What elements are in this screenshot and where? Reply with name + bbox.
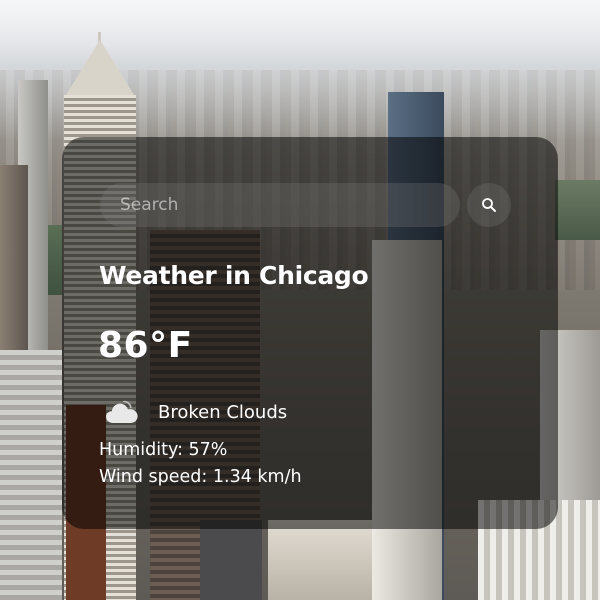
search-button[interactable] (467, 183, 511, 227)
search-icon (482, 198, 496, 212)
building-roof (64, 40, 136, 98)
condition-row: Broken Clouds (105, 399, 287, 425)
condition-text: Broken Clouds (158, 401, 288, 423)
building (200, 520, 262, 600)
humidity-text: Humidity: 57% (99, 440, 228, 460)
search-bar (100, 183, 511, 227)
search-input[interactable] (100, 183, 460, 227)
park-area (555, 180, 600, 240)
cloud-icon (106, 400, 138, 423)
wind-speed-text: Wind speed: 1.34 km/h (99, 467, 302, 487)
weather-card: Weather in Chicago 86°F Broken Clouds Hu… (62, 137, 558, 529)
city-title: Weather in Chicago (99, 261, 369, 290)
building (268, 520, 372, 600)
temperature: 86°F (98, 325, 193, 366)
building (0, 350, 62, 600)
